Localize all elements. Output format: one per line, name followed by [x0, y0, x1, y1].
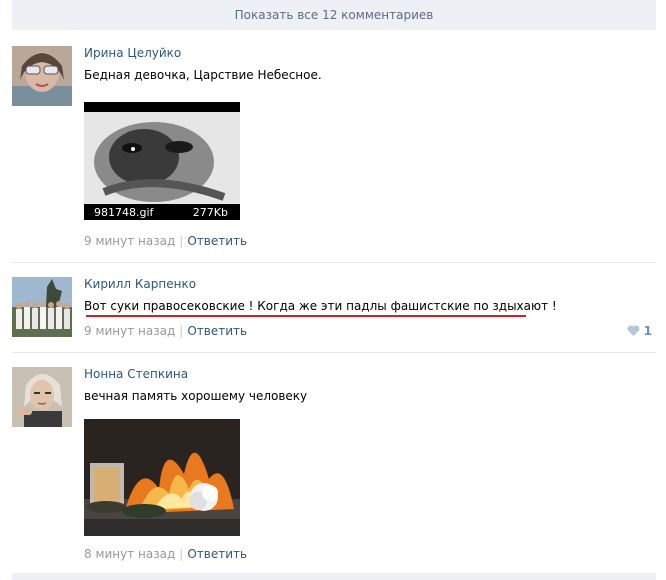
gif-preview-image: [84, 102, 240, 220]
gif-attachment[interactable]: 981748.gif 277Kb: [84, 102, 240, 220]
comment-2: Кирилл Карпенко Вот суки правосековские …: [12, 277, 656, 347]
highlight-underline: [86, 315, 526, 317]
avatar[interactable]: [12, 277, 72, 337]
avatar[interactable]: [12, 46, 72, 106]
comment-author[interactable]: Кирилл Карпенко: [84, 277, 196, 291]
bottom-bar: [12, 573, 656, 580]
comment-divider: [12, 262, 656, 263]
comment-text: Вот суки правосековские ! Когда же эти п…: [84, 299, 557, 313]
comment-author[interactable]: Ирина Целуйко: [84, 46, 181, 60]
comment-divider: [12, 352, 656, 353]
reply-button[interactable]: Ответить: [187, 547, 247, 561]
gif-info-bar: 981748.gif 277Kb: [84, 204, 240, 220]
like-count: 1: [643, 324, 652, 338]
show-all-comments-button[interactable]: Показать все 12 комментариев: [12, 0, 656, 30]
comment-author[interactable]: Нонна Степкина: [84, 367, 188, 381]
comment-meta: 9 минут назад | Ответить: [84, 234, 247, 248]
meta-separator: |: [179, 234, 184, 248]
comment-meta: 8 минут назад | Ответить: [84, 547, 247, 561]
comment-time[interactable]: 9 минут назад: [84, 324, 175, 338]
reply-button[interactable]: Ответить: [187, 324, 247, 338]
meta-separator: |: [179, 324, 184, 338]
meta-separator: |: [179, 547, 184, 561]
gif-size: 277Kb: [192, 205, 228, 219]
comment-text: вечная память хорошему человеку: [84, 389, 308, 403]
gif-filename: 981748.gif: [94, 205, 154, 219]
eternal-flame-photo: [84, 419, 240, 536]
comment-meta: 9 минут назад | Ответить: [84, 324, 247, 338]
comment-time[interactable]: 9 минут назад: [84, 234, 175, 248]
like-button[interactable]: 1: [627, 324, 652, 338]
photo-attachment[interactable]: [84, 419, 240, 536]
comment-1: Ирина Целуйко Бедная девочка, Царствие Н…: [12, 46, 656, 256]
heart-icon: [627, 325, 640, 336]
comment-text: Бедная девочка, Царствие Небесное.: [84, 68, 322, 82]
comment-time[interactable]: 8 минут назад: [84, 547, 175, 561]
avatar[interactable]: [12, 367, 72, 427]
reply-button[interactable]: Ответить: [187, 234, 247, 248]
comment-3: Нонна Степкина вечная память хорошему че…: [12, 367, 656, 567]
